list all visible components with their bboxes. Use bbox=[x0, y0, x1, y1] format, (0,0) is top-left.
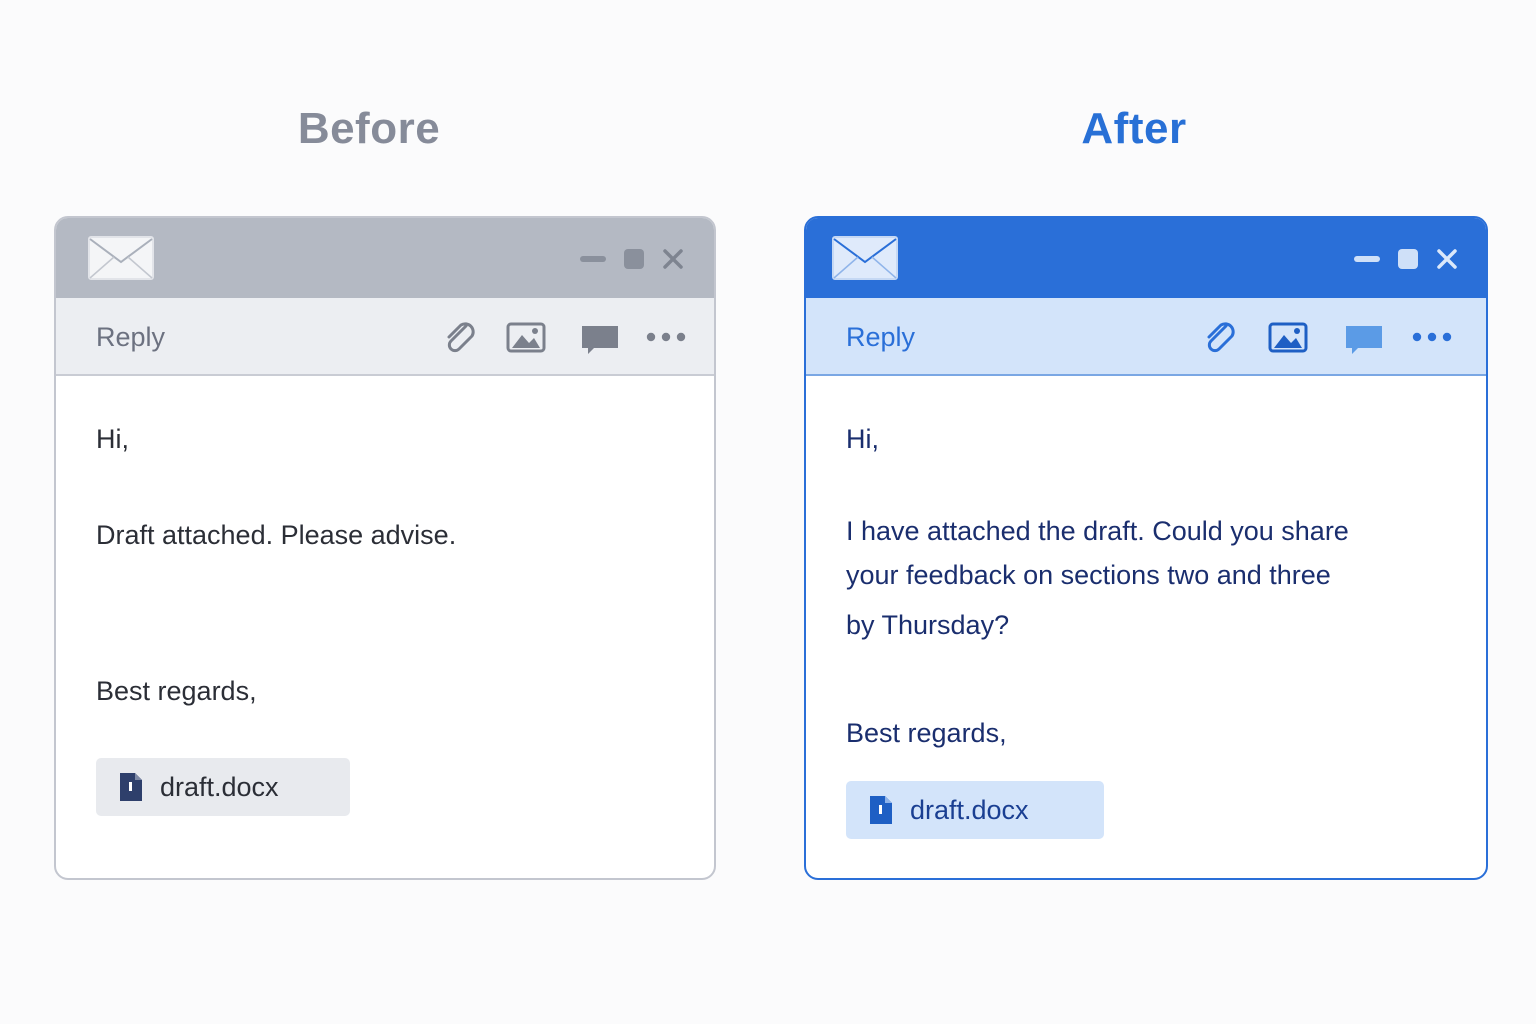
window-titlebar bbox=[56, 218, 714, 298]
greeting-text: Hi, bbox=[846, 424, 879, 454]
comment-icon[interactable] bbox=[580, 324, 620, 356]
maximize-icon[interactable] bbox=[1398, 249, 1418, 269]
window-titlebar bbox=[806, 218, 1486, 298]
attachment-name: draft.docx bbox=[160, 771, 279, 802]
attachment-name: draft.docx bbox=[910, 794, 1029, 825]
more-icon[interactable] bbox=[646, 332, 686, 342]
envelope-icon bbox=[88, 236, 154, 280]
image-icon[interactable] bbox=[1268, 322, 1308, 354]
more-icon[interactable] bbox=[1412, 332, 1452, 342]
after-email-window: Reply Hi, I have attached the draft. Cou… bbox=[804, 216, 1488, 880]
reply-button[interactable]: Reply bbox=[846, 322, 915, 353]
before-heading: Before bbox=[297, 104, 441, 153]
signoff-text: Best regards, bbox=[96, 676, 257, 706]
compose-toolbar: Reply bbox=[806, 298, 1486, 376]
attachment-chip[interactable]: draft.docx bbox=[96, 758, 350, 816]
message-line: Draft attached. Please advise. bbox=[96, 520, 457, 550]
document-icon bbox=[870, 796, 892, 824]
envelope-icon bbox=[832, 236, 898, 280]
minimize-icon[interactable] bbox=[580, 256, 606, 262]
signoff-text: Best regards, bbox=[846, 718, 1007, 748]
message-line: I have attached the draft. Could you sha… bbox=[846, 516, 1349, 546]
greeting-text: Hi, bbox=[96, 424, 129, 454]
before-email-window: Reply Hi, Draft attached. Please advise.… bbox=[54, 216, 716, 880]
minimize-icon[interactable] bbox=[1354, 256, 1380, 262]
after-heading: After bbox=[1081, 104, 1187, 153]
compose-toolbar: Reply bbox=[56, 298, 714, 376]
message-line: your feedback on sections two and three bbox=[846, 560, 1331, 590]
close-icon[interactable] bbox=[662, 248, 684, 270]
reply-button[interactable]: Reply bbox=[96, 322, 165, 353]
document-icon bbox=[120, 773, 142, 801]
image-icon[interactable] bbox=[506, 322, 546, 354]
paperclip-icon[interactable] bbox=[442, 320, 480, 356]
comment-icon[interactable] bbox=[1344, 324, 1384, 356]
close-icon[interactable] bbox=[1436, 248, 1458, 270]
paperclip-icon[interactable] bbox=[1202, 320, 1240, 356]
maximize-icon[interactable] bbox=[624, 249, 644, 269]
message-line: by Thursday? bbox=[846, 610, 1010, 640]
attachment-chip[interactable]: draft.docx bbox=[846, 781, 1104, 839]
